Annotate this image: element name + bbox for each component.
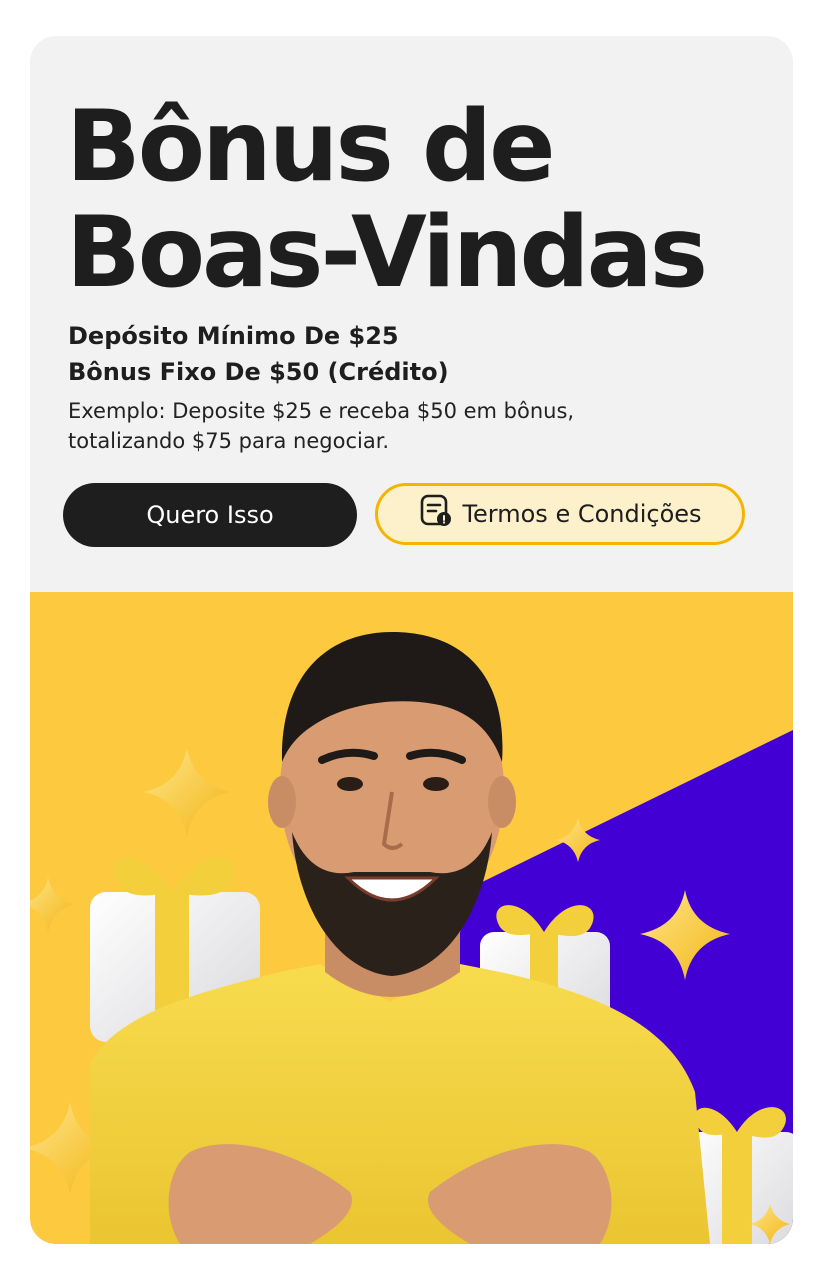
- promo-title: Bônus de Boas-Vindas: [66, 90, 708, 310]
- claim-bonus-label: Quero Isso: [146, 501, 274, 529]
- sparkle-star: [144, 748, 230, 836]
- promo-title-line-2: Boas-Vindas: [66, 196, 708, 310]
- terms-conditions-button[interactable]: Termos e Condições: [375, 483, 745, 545]
- promo-highlights: Depósito Mínimo De $25 Bônus Fixo De $50…: [68, 318, 449, 390]
- min-deposit-text: Depósito Mínimo De $25: [68, 322, 399, 350]
- fixed-bonus-text: Bônus Fixo De $50 (Crédito): [68, 358, 449, 386]
- promo-text-section: Bônus de Boas-Vindas Depósito Mínimo De …: [30, 36, 793, 592]
- promo-banner-image: [30, 592, 793, 1244]
- promo-title-line-1: Bônus de: [66, 90, 556, 204]
- welcome-bonus-card: Bônus de Boas-Vindas Depósito Mínimo De …: [30, 36, 793, 1244]
- sparkle-star: [30, 877, 74, 932]
- claim-bonus-button[interactable]: Quero Isso: [63, 483, 357, 547]
- document-info-icon: [418, 493, 454, 535]
- terms-conditions-label: Termos e Condições: [462, 500, 702, 528]
- example-text: Exemplo: Deposite $25 e receba $50 em bô…: [68, 399, 575, 453]
